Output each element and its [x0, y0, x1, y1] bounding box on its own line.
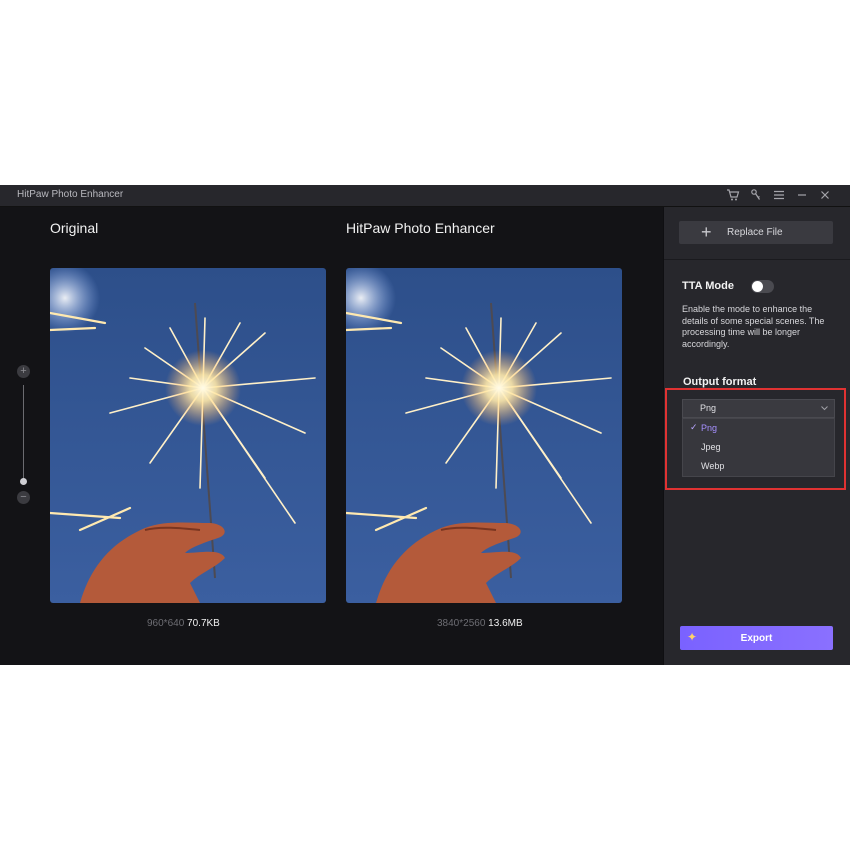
close-icon[interactable]: [818, 188, 832, 202]
enhanced-panel-title: HitPaw Photo Enhancer: [346, 220, 495, 236]
original-meta: 960*640 70.7KB: [147, 618, 220, 629]
tta-mode-toggle[interactable]: [751, 280, 774, 293]
enhanced-size: 13.6MB: [488, 618, 523, 629]
original-photo: [50, 268, 326, 603]
divider: [664, 259, 850, 260]
menu-icon[interactable]: [772, 188, 786, 202]
output-format-label: Output format: [683, 376, 757, 388]
original-size: 70.7KB: [187, 618, 220, 629]
zoom-slider-handle[interactable]: [20, 478, 27, 485]
preview-area: + − Original 960*640 70.7KB HitPaw Photo…: [0, 207, 663, 665]
highlight-box: [665, 388, 846, 490]
cart-icon[interactable]: [726, 188, 740, 202]
enhanced-meta: 3840*2560 13.6MB: [437, 618, 523, 629]
original-dimensions: 960*640: [147, 618, 185, 629]
key-icon[interactable]: [749, 188, 763, 202]
zoom-out-button[interactable]: −: [17, 491, 30, 504]
minimize-icon[interactable]: [795, 188, 809, 202]
title-bar: HitPaw Photo Enhancer: [0, 185, 850, 207]
replace-file-button[interactable]: + Replace File: [679, 221, 833, 244]
export-button[interactable]: ✦ Export: [680, 626, 833, 650]
replace-file-label: Replace File: [727, 227, 783, 238]
tta-mode-description: Enable the mode to enhance the details o…: [682, 304, 825, 349]
enhanced-dimensions: 3840*2560: [437, 618, 486, 629]
zoom-in-button[interactable]: +: [17, 365, 30, 378]
window-title: HitPaw Photo Enhancer: [17, 189, 124, 200]
toggle-knob: [752, 281, 763, 292]
original-panel-title: Original: [50, 220, 99, 236]
tta-mode-label: TTA Mode: [682, 280, 734, 292]
zoom-slider-track[interactable]: [23, 385, 24, 481]
enhanced-photo: [346, 268, 622, 603]
plus-icon: +: [701, 222, 712, 242]
export-label: Export: [740, 633, 773, 644]
